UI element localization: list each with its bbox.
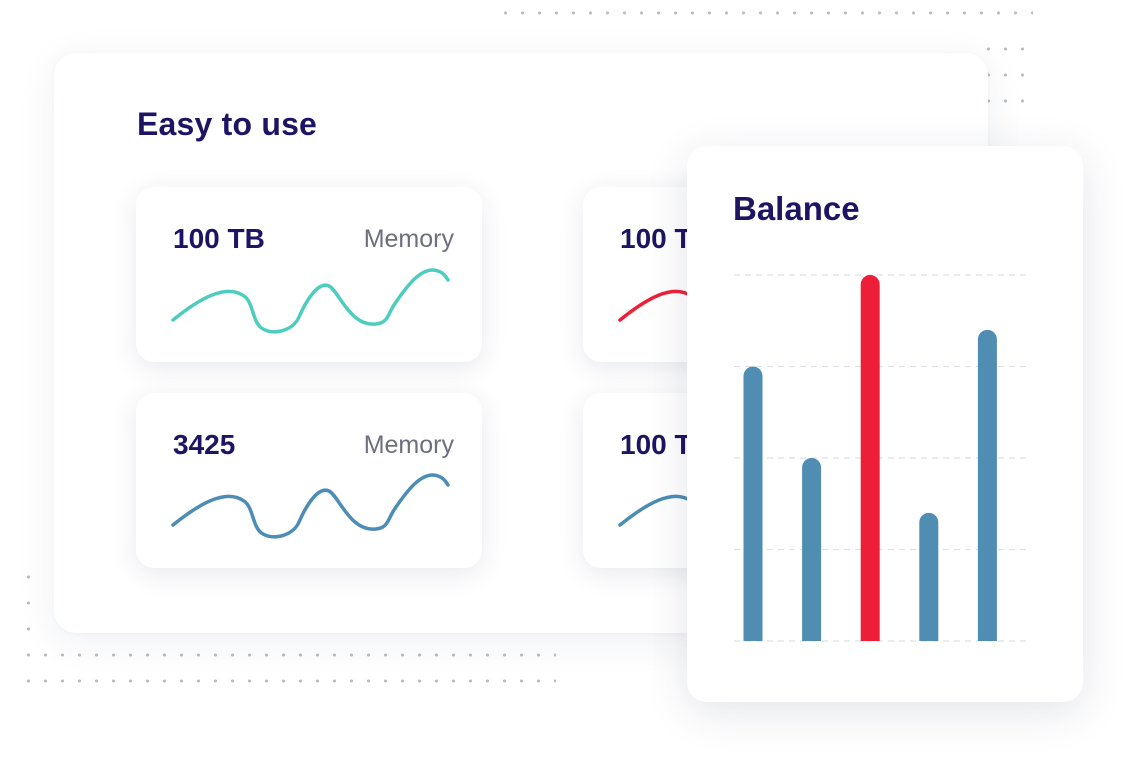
main-title: Easy to use [137, 106, 318, 142]
dot-pattern-top [497, 0, 1033, 36]
metric-card[interactable]: 100 TB Memory [136, 187, 482, 362]
chart-bar [919, 512, 939, 641]
metric-card[interactable]: 3425 Memory [136, 393, 482, 568]
dot-pattern-bottom [20, 642, 556, 690]
chart-bar [860, 275, 880, 641]
sparkline-path [171, 268, 450, 334]
chart-bar [977, 329, 997, 641]
chart-bar [743, 366, 763, 641]
sparkline [171, 268, 450, 334]
balance-bar-chart [734, 274, 1027, 642]
balance-card: Balance [687, 146, 1083, 702]
stage: Easy to use 100 TB Memory 3425 Memory 10… [0, 0, 1140, 779]
sparkline [171, 473, 450, 539]
chart-bar [802, 458, 822, 641]
sparkline-path [171, 473, 450, 539]
